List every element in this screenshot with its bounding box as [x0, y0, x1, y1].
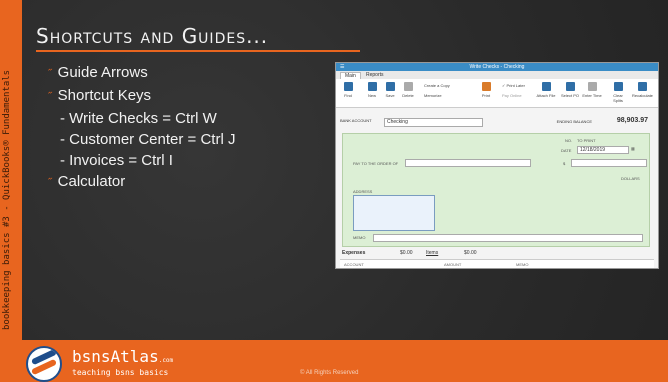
ribbon-toolbar: Find New Save Delete Create a Copy Memor… — [336, 79, 658, 108]
bullet-text: Guide Arrows — [57, 64, 148, 81]
enter-time-button[interactable]: Enter Time — [582, 82, 602, 98]
date-label: DATE — [561, 148, 572, 153]
memo-field[interactable] — [373, 234, 643, 242]
clear-icon — [613, 82, 623, 91]
tab-reports[interactable]: Reports — [362, 72, 388, 79]
bullet-item: ˝ Guide Arrows — [48, 62, 235, 85]
side-caption: bookkeeping basics #3 - QuickBooks® Fund… — [2, 69, 12, 330]
address-field[interactable] — [353, 195, 435, 231]
print-later-label: Print Later — [506, 83, 525, 88]
sub-bullet-item: - Write Checks = Ctrl W — [48, 108, 235, 129]
window-menu-icon: ☰ — [340, 64, 345, 70]
bullet-mark: ˝ — [48, 177, 52, 189]
save-icon — [385, 82, 395, 91]
expense-tabs: Expenses $0.00 Items $0.00 — [340, 249, 654, 258]
bullet-mark: ˝ — [48, 68, 52, 80]
tab-items[interactable]: Items — [426, 250, 438, 256]
expenses-amount: $0.00 — [400, 250, 413, 256]
calculator-icon — [637, 82, 647, 91]
column-account: ACCOUNT — [344, 262, 364, 267]
sub-bullet-item: - Invoices = Ctrl I — [48, 150, 235, 171]
clock-icon — [587, 82, 597, 91]
check-no-label: NO. — [565, 138, 573, 143]
pay-to-label: PAY TO THE ORDER OF — [353, 161, 399, 166]
address-label: ADDRESS — [353, 189, 373, 194]
bank-account-row: BANK ACCOUNT Checking ENDING BALANCE 98,… — [340, 117, 652, 127]
print-label: Print — [481, 93, 491, 98]
column-memo: MEMO — [516, 262, 529, 267]
clear-splits-button[interactable]: Clear Splits — [608, 82, 628, 103]
bullet-text: Shortcut Keys — [57, 87, 152, 104]
copyright: © All Rights Reserved — [300, 370, 359, 376]
items-amount: $0.00 — [464, 250, 477, 256]
recalculate-label: Recalculate — [632, 93, 653, 98]
window-titlebar: ☰ Write Checks - Checking — [336, 63, 658, 71]
create-copy-button[interactable]: Create a Copy — [424, 83, 450, 88]
find-label: Find — [344, 93, 352, 98]
save-label: Save — [385, 93, 395, 98]
bullet-text: - Customer Center = Ctrl J — [60, 131, 236, 148]
window-title: Write Checks - Checking — [469, 64, 525, 70]
recalculate-button[interactable]: Recalculate — [632, 82, 653, 98]
calendar-icon[interactable]: ▦ — [631, 146, 635, 151]
brand-name: bsnsAtlas.com — [72, 347, 173, 366]
print-icon — [481, 82, 491, 91]
new-label: New — [367, 93, 376, 98]
amount-field[interactable] — [571, 159, 647, 167]
bank-account-select[interactable]: Checking — [384, 118, 483, 127]
bullet-text: Calculator — [57, 173, 126, 190]
bank-account-label: BANK ACCOUNT — [340, 118, 372, 123]
memorize-button[interactable]: Memorize — [424, 93, 442, 98]
bsnsatlas-logo — [26, 346, 62, 382]
write-checks-screenshot: ☰ Write Checks - Checking Main Reports F… — [335, 62, 659, 269]
window-tabs: Main Reports — [336, 71, 658, 80]
date-field[interactable]: 12/18/2019 — [577, 146, 629, 154]
bullet-text: - Write Checks = Ctrl W — [60, 110, 217, 127]
delete-icon — [403, 82, 413, 91]
bullet-text: - Invoices = Ctrl I — [60, 152, 173, 169]
check-form: NO. TO PRINT DATE 12/18/2019 ▦ PAY TO TH… — [342, 133, 650, 247]
slide-title: Shortcuts and Guides... — [36, 24, 269, 48]
dollar-sign: $ — [563, 161, 566, 166]
enter-time-label: Enter Time — [582, 93, 602, 98]
new-icon — [367, 82, 377, 91]
new-button[interactable]: New — [362, 82, 382, 98]
ending-balance-label: ENDING BALANCE — [556, 119, 592, 124]
find-button[interactable]: Find — [338, 82, 358, 98]
attach-label: Attach File — [536, 93, 556, 98]
slide: bookkeeping basics #3 - QuickBooks® Fund… — [0, 0, 668, 382]
save-button[interactable]: Save — [380, 82, 400, 98]
print-later-checkbox[interactable]: ✓ Print Later — [502, 83, 525, 88]
bullet-list: ˝ Guide Arrows ˝ Shortcut Keys - Write Che… — [48, 62, 235, 194]
title-underline — [36, 50, 360, 52]
brand-text: bsnsAtlas — [72, 347, 159, 366]
brand-suffix: .com — [158, 357, 174, 364]
ending-balance-value: 98,903.97 — [616, 117, 648, 124]
column-amount: AMOUNT — [444, 262, 462, 267]
attach-file-button[interactable]: Attach File — [536, 82, 556, 98]
pay-online-checkbox[interactable]: Pay Online — [502, 93, 522, 98]
arrows-icon — [343, 82, 353, 91]
delete-label: Delete — [402, 93, 414, 98]
bullet-item: ˝ Calculator — [48, 171, 235, 194]
clear-splits-label: Clear Splits — [613, 93, 623, 103]
payee-select[interactable] — [405, 159, 531, 167]
sub-bullet-item: - Customer Center = Ctrl J — [48, 129, 235, 150]
tab-expenses[interactable]: Expenses — [342, 250, 365, 256]
expense-table-header: ACCOUNT AMOUNT MEMO — [340, 259, 654, 268]
attach-icon — [541, 82, 551, 91]
tagline: teaching bsns basics — [72, 368, 169, 377]
bullet-mark: ˝ — [48, 91, 52, 103]
select-po-label: Select PO — [560, 93, 579, 98]
dollars-label: DOLLARS — [621, 176, 640, 181]
delete-button[interactable]: Delete — [398, 82, 418, 98]
bullet-item: ˝ Shortcut Keys — [48, 85, 235, 108]
select-po-button[interactable]: Select PO — [560, 82, 580, 98]
print-button[interactable]: Print — [476, 82, 496, 98]
select-po-icon — [565, 82, 575, 91]
memo-label: MEMO — [353, 235, 366, 240]
check-no-value: TO PRINT — [577, 138, 596, 143]
